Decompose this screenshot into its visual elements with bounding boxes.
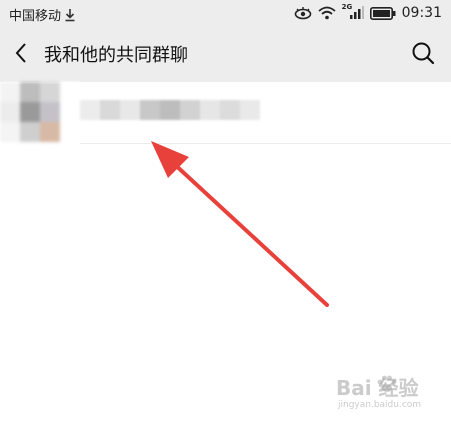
group-avatar — [0, 82, 80, 142]
search-icon — [412, 42, 435, 65]
status-bar: 中国移动 2G 09:31 — [0, 0, 451, 26]
status-time: 09:31 — [401, 5, 442, 21]
nav-bar: 我和他的共同群聊 — [0, 26, 451, 82]
group-name-blurred — [80, 100, 260, 120]
status-left: 中国移动 — [9, 5, 76, 24]
battery-icon — [369, 6, 396, 20]
page-title: 我和他的共同群聊 — [44, 45, 188, 66]
paw-logo-icon — [377, 375, 397, 392]
chevron-left-icon — [15, 43, 26, 63]
list-divider — [80, 143, 451, 144]
baidu-jingyan-watermark: Bai 经验 jingyan.baidu.com — [336, 372, 436, 416]
status-right: 2G 09:31 — [294, 3, 442, 21]
group-chat-item[interactable] — [0, 82, 451, 144]
carrier-label: 中国移动 — [9, 9, 62, 24]
signal-indicator: 2G — [342, 3, 364, 20]
wifi-icon — [318, 6, 336, 20]
download-icon — [65, 8, 75, 21]
back-button[interactable] — [10, 40, 36, 66]
signal-bars-icon — [349, 6, 364, 19]
eye-comfort-icon — [294, 7, 311, 20]
search-button[interactable] — [409, 39, 437, 67]
watermark-domain: jingyan.baidu.com — [338, 400, 422, 410]
